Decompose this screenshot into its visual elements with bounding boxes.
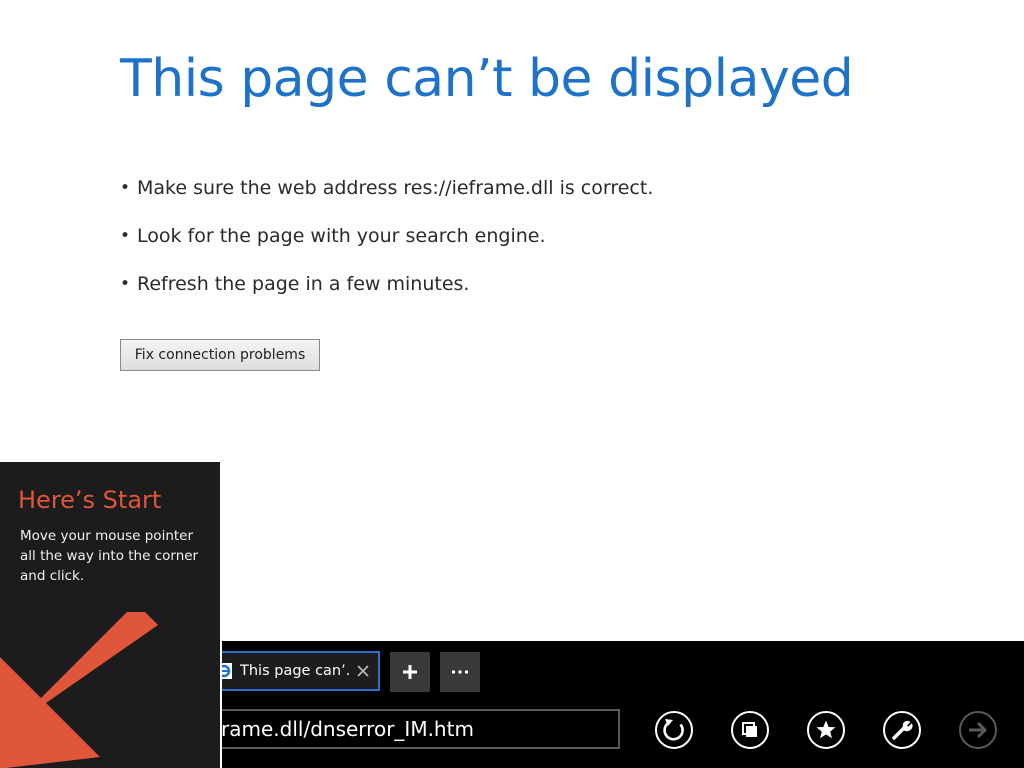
wrench-icon <box>883 711 921 749</box>
page-tools-button[interactable] <box>882 710 922 750</box>
suggestion-text: Refresh the page in a few minutes. <box>137 273 470 295</box>
bullet: • <box>120 226 131 246</box>
arrow-down-left-icon <box>0 612 158 768</box>
suggestion-list: • Make sure the web address res://iefram… <box>120 172 653 316</box>
refresh-icon <box>655 711 693 749</box>
ellipsis-icon <box>452 670 468 674</box>
tab-title: This page can’... <box>240 663 350 679</box>
bullet: • <box>120 274 131 294</box>
suggestion-text: Look for the page with your search engin… <box>137 225 546 247</box>
suggestion-text: Make sure the web address res://ieframe.… <box>137 177 654 199</box>
tab-current[interactable]: This page can’... <box>222 651 380 691</box>
suggestion-item: • Make sure the web address res://iefram… <box>120 172 653 204</box>
forward-arrow-icon <box>959 711 997 749</box>
fix-connection-problems-button[interactable]: Fix connection problems <box>120 339 320 371</box>
start-tip-title: Here’s Start <box>18 486 162 514</box>
suggestion-item: • Refresh the page in a few minutes. <box>120 268 653 300</box>
start-tip-body: Move your mouse pointer all the way into… <box>20 528 199 584</box>
start-tip-panel[interactable]: Here’s Start Move your mouse pointer all… <box>0 462 220 768</box>
bullet: • <box>120 178 131 198</box>
pin-tabs-icon <box>731 711 769 749</box>
address-bar[interactable]: frame.dll/dnserror_IM.htm <box>222 709 620 749</box>
tabs-button[interactable] <box>730 710 770 750</box>
page-title: This page can’t be displayed <box>120 49 854 109</box>
ie-window: This page can’t be displayed • Make sure… <box>0 0 1024 768</box>
address-text: frame.dll/dnserror_IM.htm <box>222 717 474 741</box>
refresh-button[interactable] <box>654 710 694 750</box>
app-bar: This page can’... frame.dll/dnserror_IM.… <box>222 641 1024 768</box>
close-icon[interactable] <box>354 662 372 680</box>
star-icon <box>807 711 845 749</box>
new-tab-button[interactable] <box>390 652 430 692</box>
favorites-button[interactable] <box>806 710 846 750</box>
suggestion-item: • Look for the page with your search eng… <box>120 220 653 252</box>
plus-icon <box>403 665 417 679</box>
tab-tools-button[interactable] <box>440 652 480 692</box>
forward-button[interactable] <box>958 710 998 750</box>
ie-favicon-icon <box>222 663 232 679</box>
